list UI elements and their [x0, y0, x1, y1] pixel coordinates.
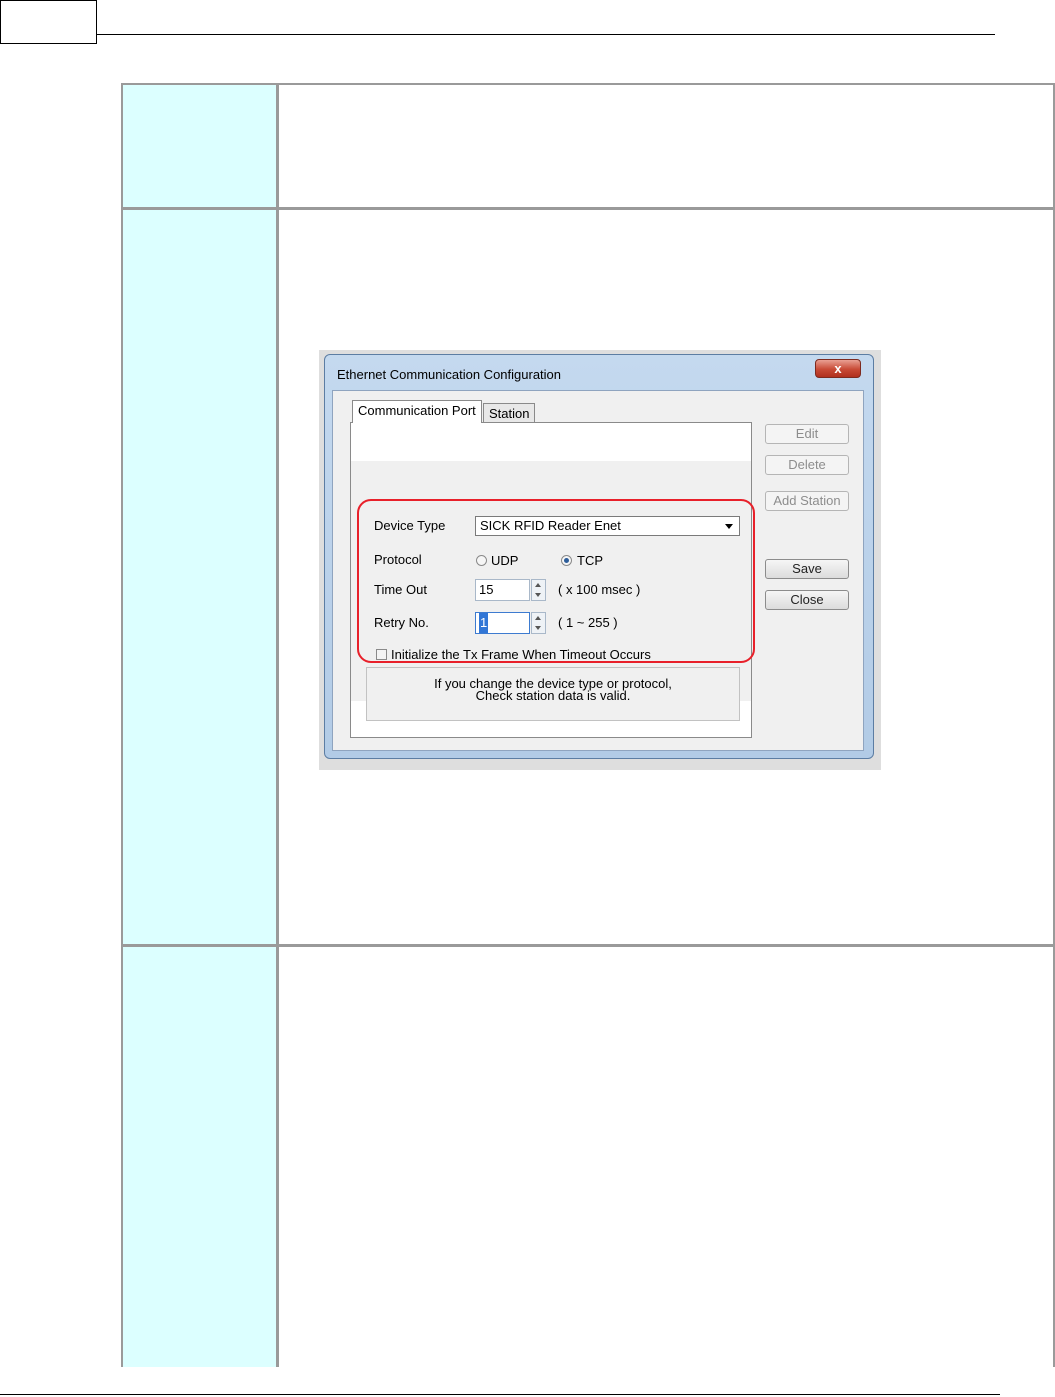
- add-station-button[interactable]: Add Station: [765, 491, 849, 511]
- save-button[interactable]: Save: [765, 559, 849, 579]
- row-content-cell: [279, 947, 1053, 1367]
- ethernet-config-dialog: Ethernet Communication Configuration x C…: [324, 354, 874, 759]
- header-rule: [97, 34, 995, 35]
- footer-rule: [0, 1394, 1000, 1395]
- row-content-cell: [279, 85, 1053, 207]
- row-label-cell: [123, 85, 276, 207]
- page-number-box: [0, 0, 97, 44]
- close-icon: x: [834, 361, 842, 376]
- delete-button[interactable]: Delete: [765, 455, 849, 475]
- dialog-title: Ethernet Communication Configuration: [337, 367, 562, 382]
- close-button[interactable]: Close: [765, 590, 849, 610]
- note-line-2: Check station data is valid.: [475, 688, 631, 703]
- info-note: If you change the device type or protoco…: [366, 667, 740, 721]
- window-close-button[interactable]: x: [815, 359, 861, 378]
- tab-communication-port[interactable]: Communication Port: [352, 400, 482, 423]
- row-label-cell: [123, 210, 276, 944]
- tab-station[interactable]: Station: [483, 403, 536, 423]
- edit-button[interactable]: Edit: [765, 424, 849, 444]
- highlight-annotation: [357, 499, 755, 663]
- row-label-cell: [123, 947, 276, 1367]
- table-row: [123, 947, 1053, 1367]
- table-row: [123, 85, 1053, 207]
- tab-panel: Device Type SICK RFID Reader Enet Protoc…: [350, 422, 755, 738]
- dialog-client-area: Communication Port Station Device Type S…: [332, 390, 864, 751]
